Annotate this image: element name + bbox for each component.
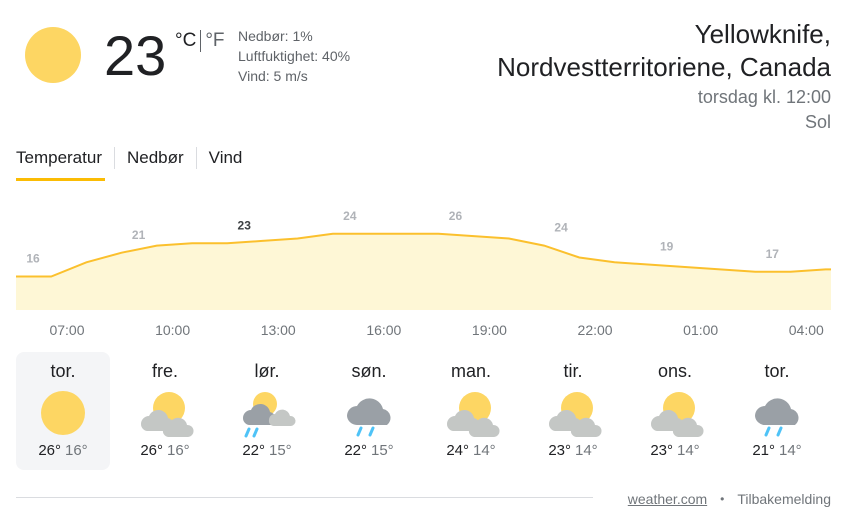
day-card[interactable]: tir. 23° 14° [526,352,620,470]
current-condition: Sol [804,112,831,132]
footer-divider [16,497,593,498]
chart-point-label: 16 [26,252,40,266]
day-card[interactable]: ons. 23° 14° [628,352,722,470]
current-time: torsdag kl. 12:00 [697,87,831,107]
day-high: 26° [38,442,61,459]
chart-point-label: 24 [343,209,357,223]
chart-time-label: 22:00 [577,322,613,338]
chart-time-label: 04:00 [788,322,824,338]
day-temperatures: 23° 14° [526,442,620,459]
day-temperatures: 26° 16° [16,442,110,459]
day-card[interactable]: tor. 26° 16° [16,352,110,470]
unit-toggle: °C °F [175,30,225,52]
unit-celsius[interactable]: °C [175,30,196,52]
source-link[interactable]: weather.com [628,491,707,507]
day-high: 24° [446,442,469,459]
chart-time-label: 13:00 [260,322,296,338]
temperature-chart: 16 21 23 24 26 24 19 17 [16,209,831,310]
day-temperatures: 24° 14° [424,442,518,459]
day-low: 14° [779,442,802,459]
day-card[interactable]: tor. 21° 14° [730,352,824,470]
day-low: 15° [371,442,394,459]
location-line2: Nordvestterritoriene, Canada [497,52,831,82]
scattered-showers-icon [220,388,314,438]
day-high: 22° [344,442,367,459]
active-tab-indicator [16,178,105,181]
sunny-icon [16,388,110,438]
sun-icon [25,27,81,83]
chart-time-label: 16:00 [366,322,402,338]
chart-point-label: 21 [132,228,146,242]
day-high: 22° [242,442,265,459]
day-card[interactable]: lør. 22° 15° [220,352,314,470]
day-name: ons. [657,361,693,381]
chart-time-label: 07:00 [49,322,85,338]
weather-details: Nedbør: 1% Luftfuktighet: 40% Vind: 5 m/… [238,26,350,86]
day-high: 23° [548,442,571,459]
chart-time-label: 01:00 [683,322,719,338]
partly-cloudy-icon [628,388,722,438]
chart-point-label: 26 [449,209,463,223]
chart-time-label: 10:00 [155,322,191,338]
day-temperatures: 22° 15° [220,442,314,459]
rain-icon [322,388,416,438]
day-low: 16° [65,442,88,459]
chart-point-label: 24 [554,221,568,235]
tab-temperature[interactable]: Temperatur [16,146,114,170]
temperature-area [16,233,831,310]
day-name: lør. [254,361,280,381]
unit-fahrenheit[interactable]: °F [205,30,224,52]
day-temperatures: 21° 14° [730,442,824,459]
rain-icon [730,388,824,438]
day-name: tor. [764,361,790,381]
wind-text: Vind: 5 m/s [238,68,308,84]
current-temperature: 23 [104,24,167,87]
unit-divider [200,30,202,52]
chart-time-label: 19:00 [471,322,507,338]
partly-cloudy-icon [526,388,620,438]
day-high: 21° [752,442,775,459]
location-meta: torsdag kl. 12:00 Sol [698,85,831,135]
day-low: 15° [269,442,292,459]
footer-separator: • [720,492,725,506]
day-card[interactable]: søn. 22° 15° [322,352,416,470]
location-name: Yellowknife, Nordvestterritoriene, Canad… [497,18,831,84]
day-name: man. [450,361,492,381]
day-name: søn. [351,361,387,381]
tab-precipitation[interactable]: Nedbør [115,146,196,170]
precipitation-text: Nedbør: 1% [238,28,313,44]
day-card[interactable]: man. 24° 14° [424,352,518,470]
chart-point-label: 23 [238,218,252,232]
chart-point-label: 19 [660,240,674,254]
partly-cloudy-icon [118,388,212,438]
day-high: 26° [140,442,163,459]
day-temperatures: 22° 15° [322,442,416,459]
day-temperatures: 23° 14° [628,442,722,459]
chart-point-label: 17 [766,247,780,261]
location-line1: Yellowknife, [694,19,831,49]
feedback-link[interactable]: Tilbakemelding [737,491,831,507]
day-low: 14° [473,442,496,459]
partly-cloudy-icon [424,388,518,438]
day-low: 14° [677,442,700,459]
day-low: 16° [167,442,190,459]
day-high: 23° [650,442,673,459]
footer: weather.com • Tilbakemelding [628,491,831,507]
day-name: tor. [50,361,76,381]
day-name: tir. [563,361,583,381]
tab-bar: Temperatur Nedbør Vind [16,146,254,170]
tab-wind[interactable]: Vind [197,146,255,170]
day-low: 14° [575,442,598,459]
day-name: fre. [151,361,178,381]
day-temperatures: 26° 16° [118,442,212,459]
day-card[interactable]: fre. 26° 16° [118,352,212,470]
humidity-text: Luftfuktighet: 40% [238,48,351,64]
chart-time-axis: 07:00 10:00 13:00 16:00 19:00 22:00 01:00 04:00 [16,322,831,340]
